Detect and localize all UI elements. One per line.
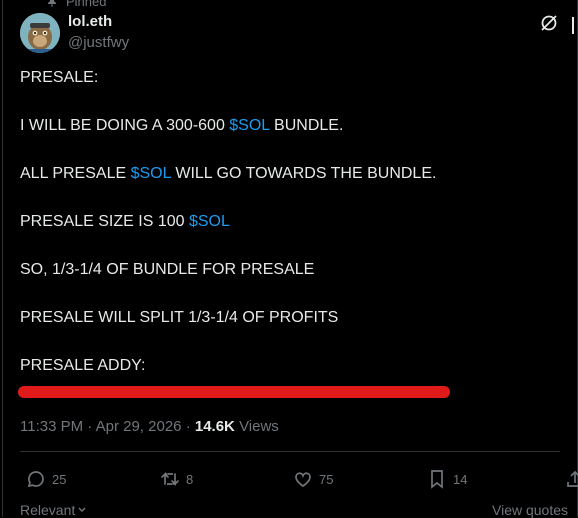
view-quotes-link[interactable]: View quotes: [492, 502, 568, 518]
post-date[interactable]: Apr 29, 2026: [96, 418, 182, 435]
post-line-3: ALL PRESALE $SOL WILL GO TOWARDS THE BUN…: [20, 165, 437, 182]
post-line-2: I WILL BE DOING A 300-600 $SOL BUNDLE.: [20, 117, 344, 134]
pinned-indicator: Pinned: [46, 0, 107, 9]
views-label: Views: [239, 418, 279, 435]
post-line-5: SO, 1/3-1/4 OF BUNDLE FOR PRESALE: [20, 261, 315, 278]
views-count: 14.6K: [194, 418, 235, 435]
retweet-icon: [161, 471, 179, 487]
avatar[interactable]: [20, 13, 60, 53]
avatar-image: [20, 13, 60, 53]
reply-button[interactable]: 25: [26, 468, 66, 490]
divider: [20, 451, 560, 452]
author-name[interactable]: lol.eth: [68, 13, 112, 30]
pinned-label: Pinned: [66, 0, 107, 9]
action-bar: 25 8 75 14: [0, 468, 578, 490]
retweet-button[interactable]: 8: [160, 468, 193, 490]
pin-icon: [48, 0, 56, 7]
post-time[interactable]: 11:33 PM: [20, 418, 83, 435]
like-icon: [295, 472, 311, 487]
sort-label: Relevant: [20, 502, 76, 518]
author-handle[interactable]: @justfwy: [68, 34, 129, 51]
reply-icon: [27, 471, 44, 488]
chevron-down-icon: [78, 507, 86, 512]
bookmark-icon: [431, 470, 443, 489]
timeline-border-left: [2, 0, 3, 517]
retweet-count: 8: [186, 471, 194, 487]
share-button[interactable]: [565, 468, 578, 490]
replies-footer: Relevant View quotes: [0, 500, 578, 518]
like-button[interactable]: 75: [293, 468, 333, 490]
post-metadata: 11:33 PM · Apr 29, 2026 · 14.6K Views: [20, 418, 279, 435]
post-line-1: PRESALE:: [20, 69, 99, 86]
post-line-4: PRESALE SIZE IS 100 $SOL: [20, 213, 230, 230]
redaction-mark: [18, 386, 450, 398]
more-icon[interactable]: [566, 14, 578, 34]
sort-dropdown[interactable]: Relevant: [20, 502, 87, 518]
cashtag-sol[interactable]: $SOL: [229, 117, 269, 134]
post-body: PRESALE: I WILL BE DOING A 300-600 $SOL …: [20, 66, 560, 402]
share-icon: [567, 470, 578, 487]
post-line-7: PRESALE ADDY:: [20, 357, 146, 374]
reply-count: 25: [52, 471, 67, 487]
post-line-6: PRESALE WILL SPLIT 1/3-1/4 OF PROFITS: [20, 309, 339, 326]
grok-icon[interactable]: [539, 13, 559, 33]
cashtag-sol[interactable]: $SOL: [131, 165, 171, 182]
cashtag-sol[interactable]: $SOL: [189, 213, 230, 230]
like-count: 75: [319, 471, 334, 487]
bookmark-button[interactable]: 14: [427, 468, 467, 490]
bookmark-count: 14: [453, 471, 468, 487]
